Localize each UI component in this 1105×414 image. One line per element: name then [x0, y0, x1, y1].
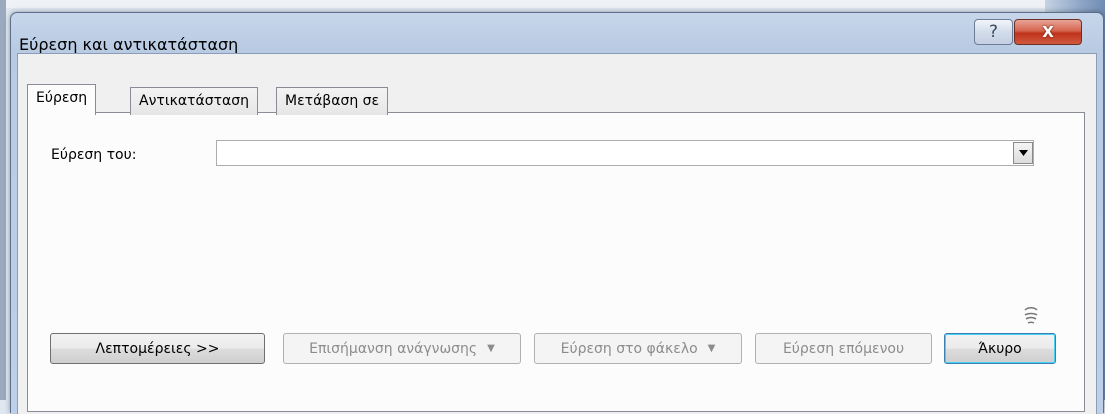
background-window-top — [0, 0, 1105, 8]
tab-goto[interactable]: Μετάβαση σε — [276, 87, 389, 115]
tab-replace-label: Αντικατάσταση — [139, 93, 249, 109]
find-next-button[interactable]: Εύρεση επόμενου — [755, 333, 932, 364]
chevron-down-icon: ▼ — [707, 343, 716, 354]
more-button-label: Λεπτομέρειες >> — [95, 340, 220, 357]
find-next-label: Εύρεση επόμενου — [782, 340, 905, 357]
busy-cursor-icon — [1024, 307, 1038, 324]
reading-highlight-label: Επισήμανση ανάγνωσης — [309, 340, 478, 357]
reading-highlight-button[interactable]: Επισήμανση ανάγνωσης ▼ — [283, 333, 521, 364]
find-history-dropdown[interactable] — [1013, 142, 1033, 164]
close-icon: X — [1042, 23, 1054, 41]
find-what-label: Εύρεση του: — [51, 147, 137, 163]
tab-find[interactable]: Εύρεση — [27, 84, 97, 115]
chevron-down-icon — [1018, 150, 1028, 156]
find-what-input[interactable] — [216, 140, 1034, 166]
tab-replace[interactable]: Αντικατάσταση — [130, 87, 258, 115]
tab-find-label: Εύρεση — [36, 90, 88, 106]
find-in-label: Εύρεση στο φάκελο — [560, 340, 698, 357]
help-button[interactable]: ? — [974, 19, 1013, 45]
close-button[interactable]: X — [1014, 19, 1082, 45]
cancel-label: Άκυρο — [978, 340, 1022, 357]
chevron-down-icon: ▼ — [487, 343, 495, 354]
find-in-button[interactable]: Εύρεση στο φάκελο ▼ — [534, 333, 742, 364]
more-button[interactable]: Λεπτομέρειες >> — [50, 333, 265, 364]
tab-goto-label: Μετάβαση σε — [285, 93, 380, 109]
dialog-title: Εύρεση και αντικατάσταση — [19, 35, 239, 54]
title-bar[interactable]: Εύρεση και αντικατάσταση ? X — [11, 13, 1103, 54]
cancel-button[interactable]: Άκυρο — [944, 333, 1056, 364]
background-window-left — [0, 0, 6, 400]
help-icon: ? — [988, 22, 999, 42]
